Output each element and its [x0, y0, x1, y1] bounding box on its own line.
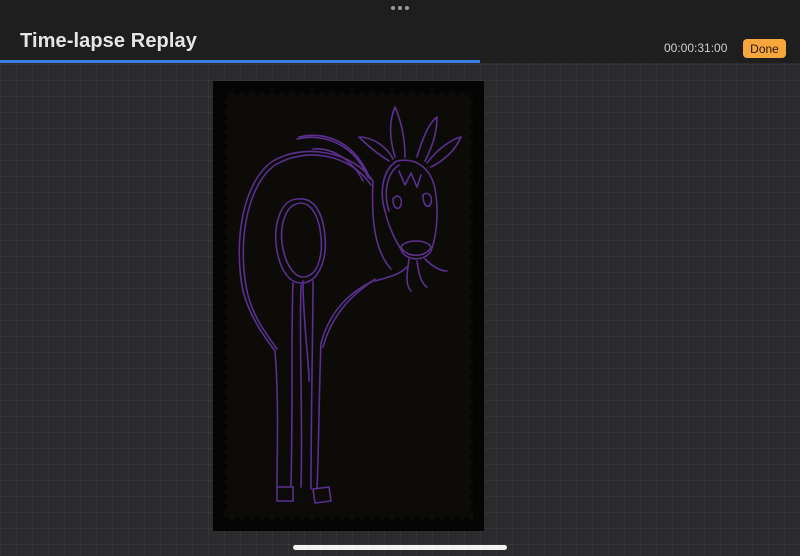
done-button[interactable]: Done: [743, 39, 786, 58]
artwork-drawing: [217, 85, 480, 527]
playback-progress-track[interactable]: [0, 60, 800, 63]
playback-timer: 00:00:31:00: [664, 41, 728, 55]
page-title: Time-lapse Replay: [20, 30, 197, 52]
timelapse-replay-screen: Time-lapse Replay 00:00:31:00 Done: [0, 0, 800, 556]
more-dots-icon[interactable]: [391, 4, 409, 12]
artwork-canvas: [213, 81, 484, 531]
top-bar: Time-lapse Replay 00:00:31:00 Done: [0, 0, 800, 62]
stamp-paper: [225, 93, 472, 519]
home-indicator[interactable]: [293, 545, 507, 550]
playback-progress-fill: [0, 60, 480, 63]
